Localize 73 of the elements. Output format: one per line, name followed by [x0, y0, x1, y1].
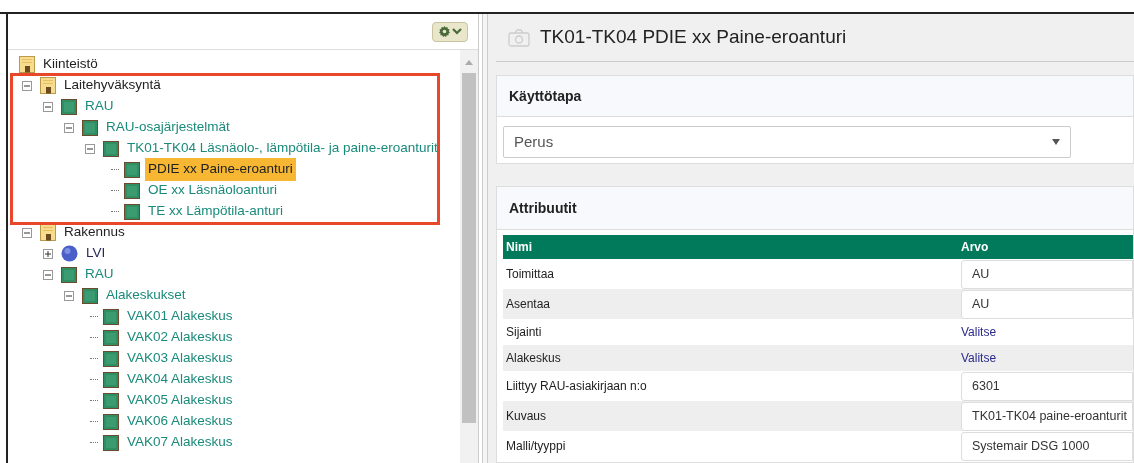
- tree-item[interactable]: VAK06 Alakeskus: [124, 410, 236, 433]
- attribute-name: Kuvaus: [505, 408, 548, 425]
- tree-item[interactable]: VAK02 Alakeskus: [124, 326, 236, 349]
- tree-item[interactable]: VAK01 Alakeskus: [124, 305, 236, 328]
- collapse-toggle-icon[interactable]: [43, 269, 53, 280]
- component-icon: [82, 287, 98, 304]
- tree-item[interactable]: LVI: [83, 242, 109, 265]
- section-heading: Attribuutit: [509, 198, 577, 218]
- component-icon: [124, 203, 140, 220]
- component-icon: [61, 98, 77, 115]
- building-icon: [19, 56, 35, 73]
- tree-item[interactable]: VAK05 Alakeskus: [124, 389, 236, 412]
- component-icon: [103, 434, 119, 451]
- component-icon: [103, 350, 119, 367]
- tree-item[interactable]: Rakennus: [61, 221, 128, 244]
- expand-toggle-icon[interactable]: [43, 248, 53, 259]
- component-icon: [82, 119, 98, 136]
- component-icon: [103, 392, 119, 409]
- component-icon: [103, 140, 119, 157]
- component-icon: [124, 161, 140, 178]
- attribute-name: Malli/tyyppi: [505, 438, 567, 455]
- tree-item[interactable]: OE xx Läsnäoloanturi: [145, 179, 281, 202]
- settings-menu-button[interactable]: [432, 21, 468, 42]
- mode-select[interactable]: Perus: [503, 126, 1071, 158]
- tree-item[interactable]: Alakeskukset: [103, 284, 189, 307]
- choose-link[interactable]: Valitse: [961, 349, 997, 367]
- tree-item[interactable]: PDIE xx Paine-eroanturi: [145, 158, 296, 181]
- value-field[interactable]: AU: [961, 289, 1133, 319]
- scrollbar[interactable]: [460, 50, 478, 463]
- component-icon: [103, 329, 119, 346]
- tree-item[interactable]: TK01-TK04 Läsnäolo-, lämpötila- ja paine-eroanturit: [124, 137, 441, 160]
- dropdown-caret-icon: [1052, 139, 1060, 145]
- attribute-name: Liittyy RAU-asiakirjaan n:o: [505, 378, 648, 395]
- collapse-toggle-icon[interactable]: [64, 290, 74, 301]
- camera-icon: [508, 28, 530, 47]
- settings-icon: [438, 26, 450, 37]
- collapse-toggle-icon[interactable]: [22, 227, 32, 238]
- tree-item[interactable]: VAK04 Alakeskus: [124, 368, 236, 391]
- circle-icon: [61, 245, 78, 262]
- scroll-up-icon: [465, 60, 473, 65]
- value-field[interactable]: 6301: [961, 371, 1133, 401]
- value-field[interactable]: AU: [961, 259, 1133, 289]
- section-heading: Käyttötapa: [509, 86, 582, 106]
- choose-link[interactable]: Valitse: [961, 323, 997, 341]
- component-icon: [124, 182, 140, 199]
- attribute-name: Sijainti: [505, 324, 543, 341]
- column-header: Arvo: [961, 239, 990, 256]
- column-header: Nimi: [505, 239, 533, 256]
- tree-item[interactable]: VAK07 Alakeskus: [124, 431, 236, 454]
- tree-item[interactable]: Laitehyväksyntä: [61, 74, 164, 97]
- building-icon: [40, 77, 56, 94]
- component-icon: [103, 371, 119, 388]
- component-icon: [61, 266, 77, 283]
- tree-item[interactable]: Kiinteistö: [40, 53, 101, 76]
- tree-item[interactable]: TE xx Lämpötila-anturi: [145, 200, 287, 223]
- scrollbar-thumb[interactable]: [462, 73, 476, 423]
- attribute-name: Toimittaa: [505, 266, 556, 283]
- component-icon: [103, 413, 119, 430]
- chevron-down-icon: [451, 28, 462, 35]
- collapse-toggle-icon[interactable]: [64, 122, 74, 133]
- collapse-toggle-icon[interactable]: [85, 143, 95, 154]
- value-field[interactable]: Systemair DSG 1000: [961, 431, 1133, 461]
- tree-item[interactable]: RAU: [82, 263, 117, 286]
- tree-item[interactable]: RAU-osajärjestelmät: [103, 116, 233, 139]
- attribute-name: Asentaa: [505, 296, 552, 313]
- collapse-toggle-icon[interactable]: [22, 80, 32, 91]
- tree-item[interactable]: RAU: [82, 95, 117, 118]
- item-title: TK01-TK04 PDIE xx Paine-eroanturi: [540, 25, 847, 50]
- attribute-name: Alakeskus: [505, 350, 562, 367]
- tree-item[interactable]: VAK03 Alakeskus: [124, 347, 236, 370]
- collapse-toggle-icon[interactable]: [43, 101, 53, 112]
- component-icon: [103, 308, 119, 325]
- value-field[interactable]: TK01-TK04 paine-eroanturit: [961, 401, 1133, 431]
